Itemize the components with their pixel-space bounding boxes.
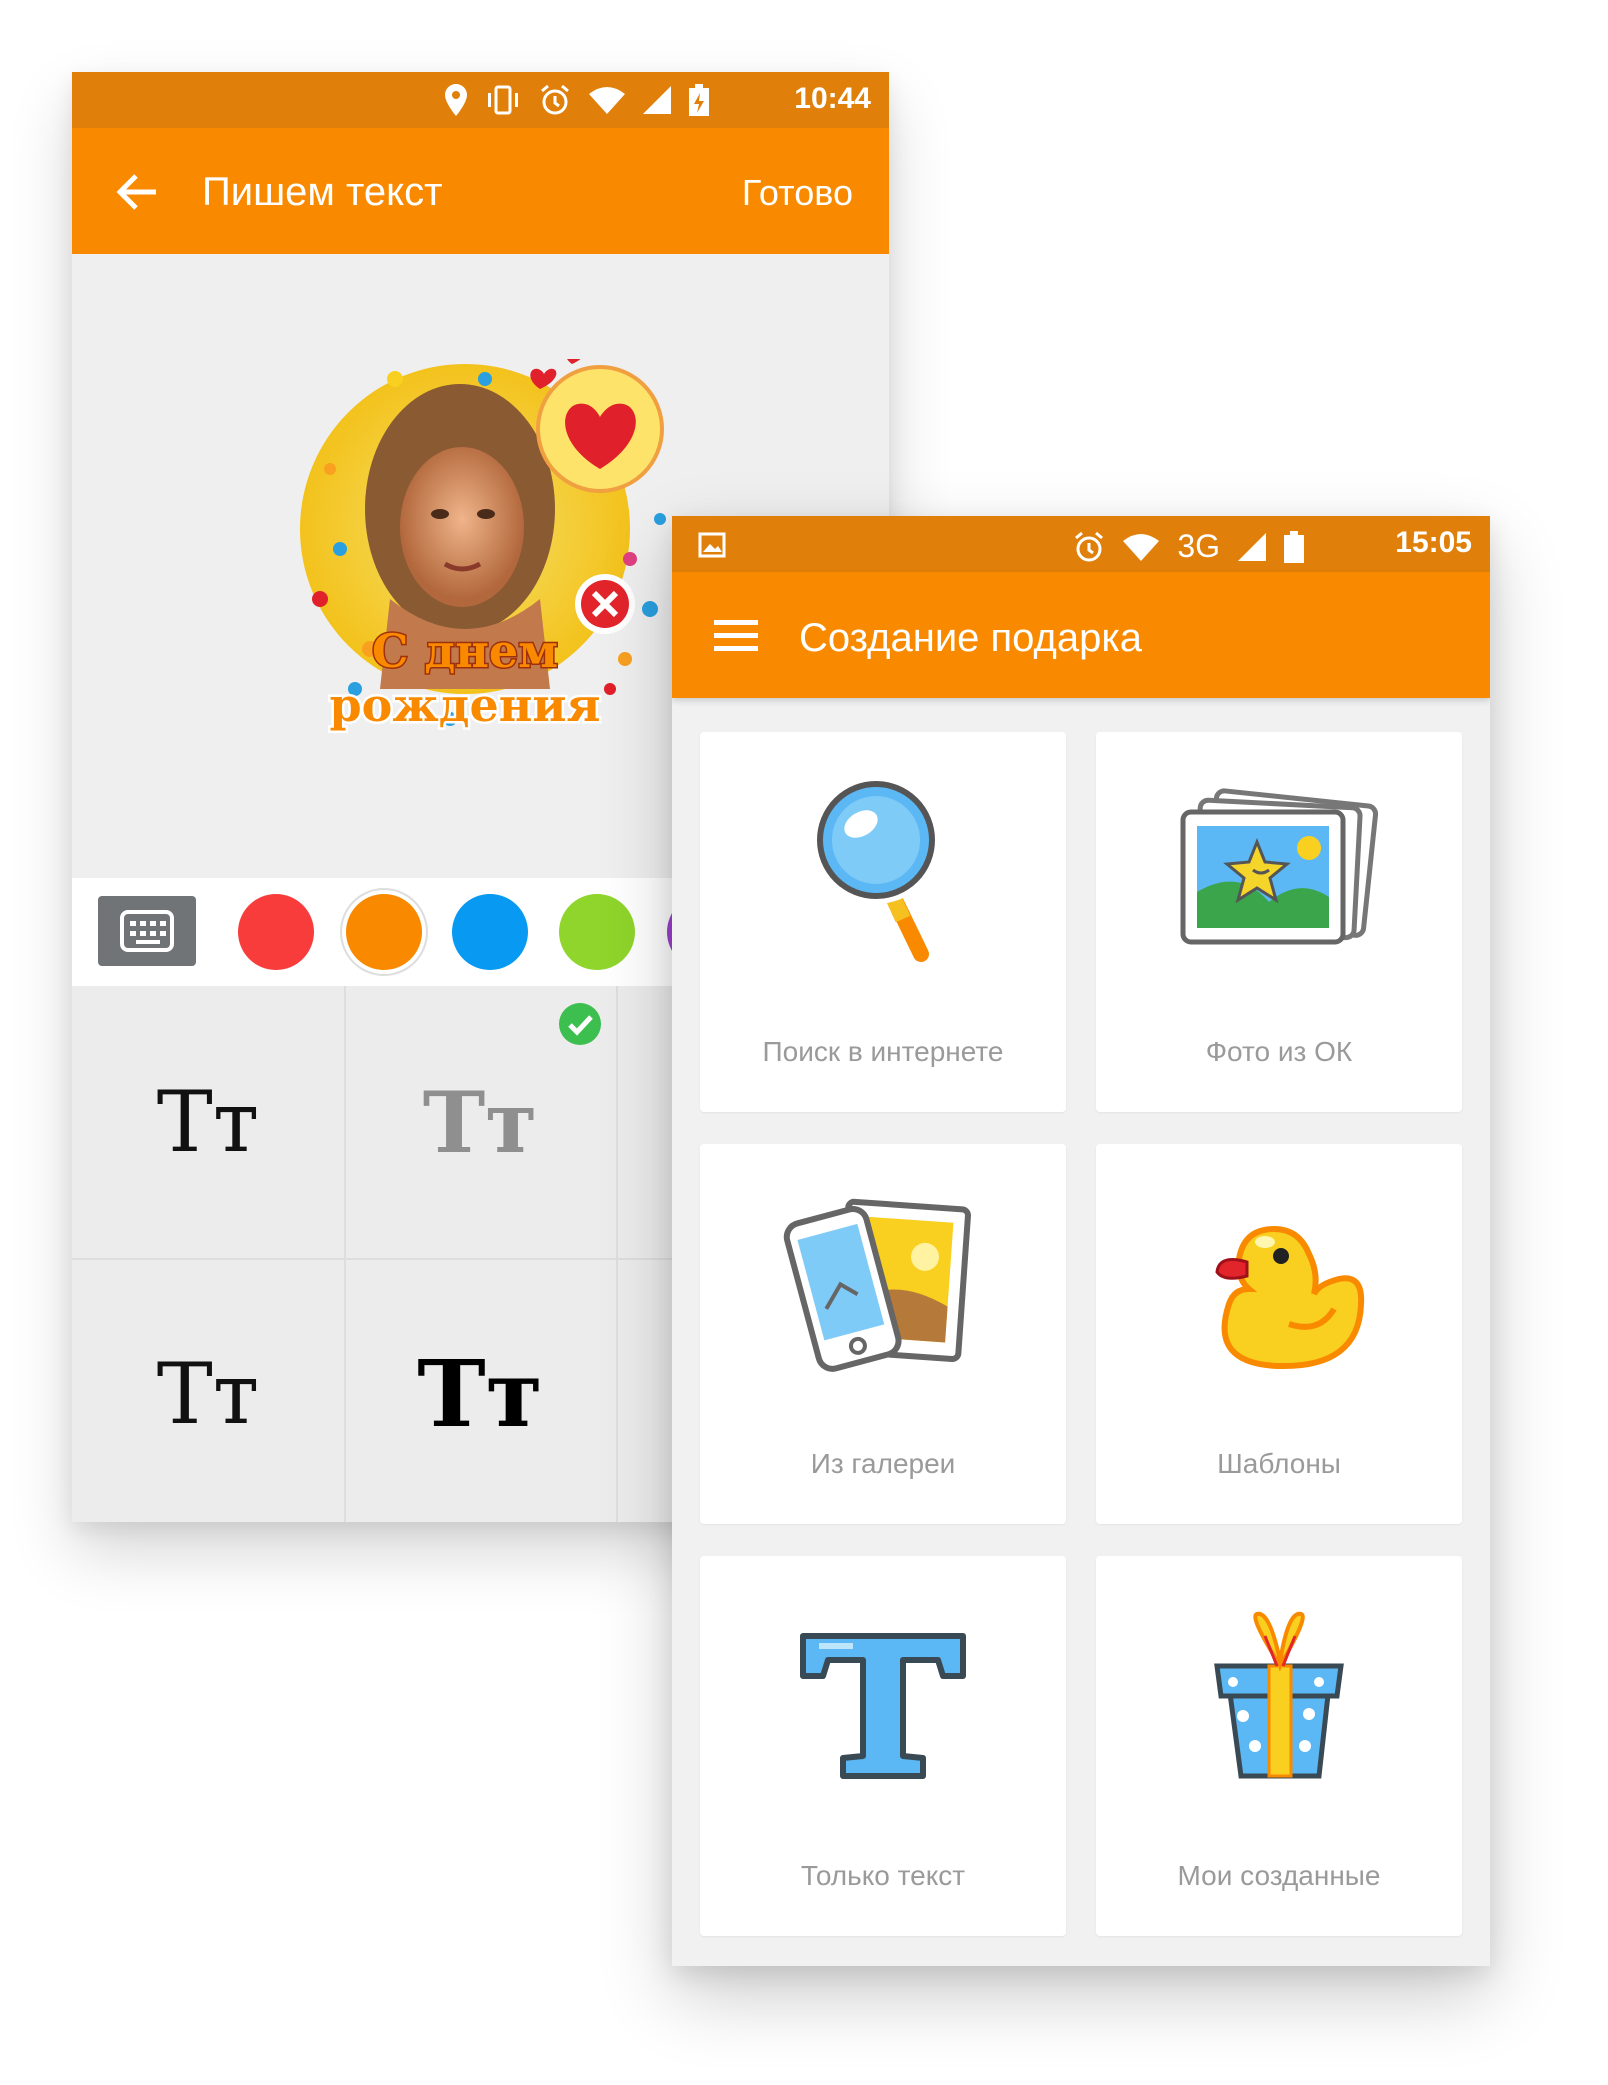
tile-gallery[interactable]: Из галереи [700, 1144, 1066, 1524]
birthday-photo-sticker[interactable]: С днем рождения [300, 359, 700, 759]
gift-icon [1214, 1611, 1344, 1779]
status-time: 15:05 [1395, 526, 1472, 559]
battery-icon [1284, 530, 1304, 563]
wifi-icon [1123, 533, 1160, 561]
keyboard-button[interactable] [98, 896, 196, 966]
color-swatch-green[interactable] [559, 894, 635, 970]
location-icon [445, 84, 467, 116]
menu-icon[interactable] [714, 620, 758, 652]
text-t-icon [800, 1633, 966, 1779]
page-title: Пишем текст [202, 170, 443, 214]
tile-label: Поиск в интернете [762, 1036, 1004, 1067]
signal-icon [1238, 532, 1266, 561]
gift-creation-screen: 3G 15:05 Создание подарка Поиск в интерн… [672, 516, 1490, 1966]
status-bar: 10:44 [72, 72, 889, 128]
font-option-slab-bold[interactable]: Tт [344, 1258, 618, 1522]
color-swatch-blue[interactable] [452, 894, 528, 970]
photos-icon [1180, 788, 1379, 945]
tile-label: Из галереи [810, 1448, 956, 1479]
font-option-serif-2[interactable]: Tт [72, 1258, 346, 1522]
font-option-serif[interactable]: Tт [72, 986, 346, 1260]
duck-icon [1215, 1225, 1365, 1370]
page-title: Создание подарка [799, 616, 1143, 660]
magnifier-icon [812, 776, 940, 969]
tile-label: Только текст [800, 1860, 966, 1891]
gallery-phone-icon [783, 1198, 971, 1372]
tile-templates[interactable]: Шаблоны [1096, 1144, 1462, 1524]
tile-label: Мои созданные [1177, 1860, 1381, 1891]
tile-my-created[interactable]: Мои созданные [1096, 1556, 1462, 1936]
app-bar: Создание подарка [672, 572, 1490, 698]
alarm-icon [1075, 531, 1104, 561]
color-swatch-orange[interactable] [346, 894, 422, 970]
selected-check-icon [559, 1003, 601, 1045]
remove-sticker-icon[interactable] [575, 574, 635, 634]
tile-label: Фото из ОК [1205, 1036, 1353, 1067]
signal-icon [643, 86, 671, 114]
tile-ok-photos[interactable]: Фото из ОК [1096, 732, 1462, 1112]
sticker-text-line2: рождения [330, 678, 601, 732]
app-bar: Пишем текст Готово [72, 128, 889, 254]
tile-text-only[interactable]: Только текст [700, 1556, 1066, 1936]
sticker-text-line1: С днем [372, 624, 558, 678]
network-type: 3G [1177, 528, 1220, 564]
wifi-icon [589, 87, 625, 114]
font-option-slab-light[interactable]: Tт [344, 986, 618, 1260]
tile-internet-search[interactable]: Поиск в интернете [700, 732, 1066, 1112]
alarm-icon [541, 84, 569, 115]
status-bar: 3G 15:05 [672, 516, 1490, 572]
color-swatch-red[interactable] [238, 894, 314, 970]
back-arrow-icon[interactable] [114, 172, 158, 212]
image-notification-icon [698, 532, 726, 558]
done-button[interactable]: Готово [742, 172, 853, 214]
battery-charging-icon [689, 84, 709, 116]
vibrate-icon [488, 85, 518, 115]
status-time: 10:44 [794, 82, 871, 115]
tile-label: Шаблоны [1217, 1448, 1341, 1479]
keyboard-icon [120, 910, 174, 952]
